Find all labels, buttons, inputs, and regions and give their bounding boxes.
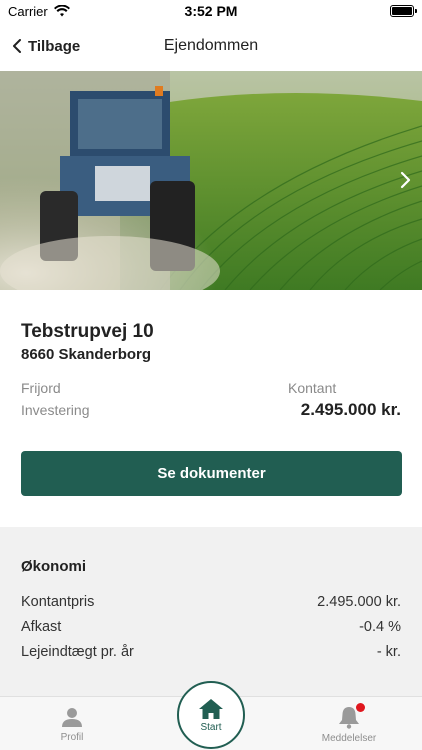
property-price: 2.495.000 kr. (300, 400, 401, 419)
property-city: 8660 Skanderborg (21, 346, 152, 363)
battery-icon (390, 5, 417, 17)
nav-bar: Tilbage Ejendommen (0, 22, 422, 70)
economy-row-value: 2.495.000 kr. (317, 594, 401, 610)
person-icon (62, 707, 82, 727)
economy-row: Kontantpris 2.495.000 kr. (21, 594, 401, 610)
tab-profile-label: Profil (60, 731, 84, 743)
property-type-label: Frijord (21, 380, 61, 396)
tab-start-label: Start (200, 721, 222, 733)
chevron-right-icon[interactable] (398, 170, 412, 190)
status-bar: Carrier 3:52 PM (0, 0, 422, 22)
notification-badge (356, 703, 365, 712)
tab-notifications[interactable]: Meddelelser (299, 697, 399, 750)
tab-bar: Profil Start Meddelelser (0, 681, 422, 750)
payment-type-label: Kontant (288, 380, 337, 396)
economy-row-label: Kontantpris (21, 594, 95, 610)
property-address: Tebstrupvej 10 (21, 321, 154, 342)
economy-row-label: Afkast (21, 619, 62, 635)
economy-title: Økonomi (21, 558, 87, 575)
economy-row: Lejeindtægt pr. år - kr. (21, 644, 401, 660)
tab-start[interactable]: Start (177, 681, 245, 749)
status-time: 3:52 PM (184, 3, 238, 19)
home-icon (199, 698, 223, 719)
economy-row-value: - kr. (376, 644, 401, 660)
economy-row-value: -0.4 % (359, 619, 401, 635)
tractor-field-image (0, 71, 422, 290)
tab-notifications-label: Meddelelser (321, 732, 377, 744)
see-documents-button[interactable]: Se dokumenter (21, 451, 402, 496)
property-category-label: Investering (21, 402, 90, 418)
economy-section: Økonomi Kontantpris 2.495.000 kr. Afkast… (0, 527, 422, 697)
back-button[interactable]: Tilbage (0, 38, 80, 55)
economy-row-label: Lejeindtægt pr. år (21, 644, 134, 660)
chevron-left-icon (13, 39, 21, 53)
economy-row: Afkast -0.4 % (21, 619, 401, 635)
back-label: Tilbage (28, 37, 81, 55)
property-image-carousel[interactable] (0, 71, 422, 290)
tab-profile[interactable]: Profil (22, 697, 122, 750)
